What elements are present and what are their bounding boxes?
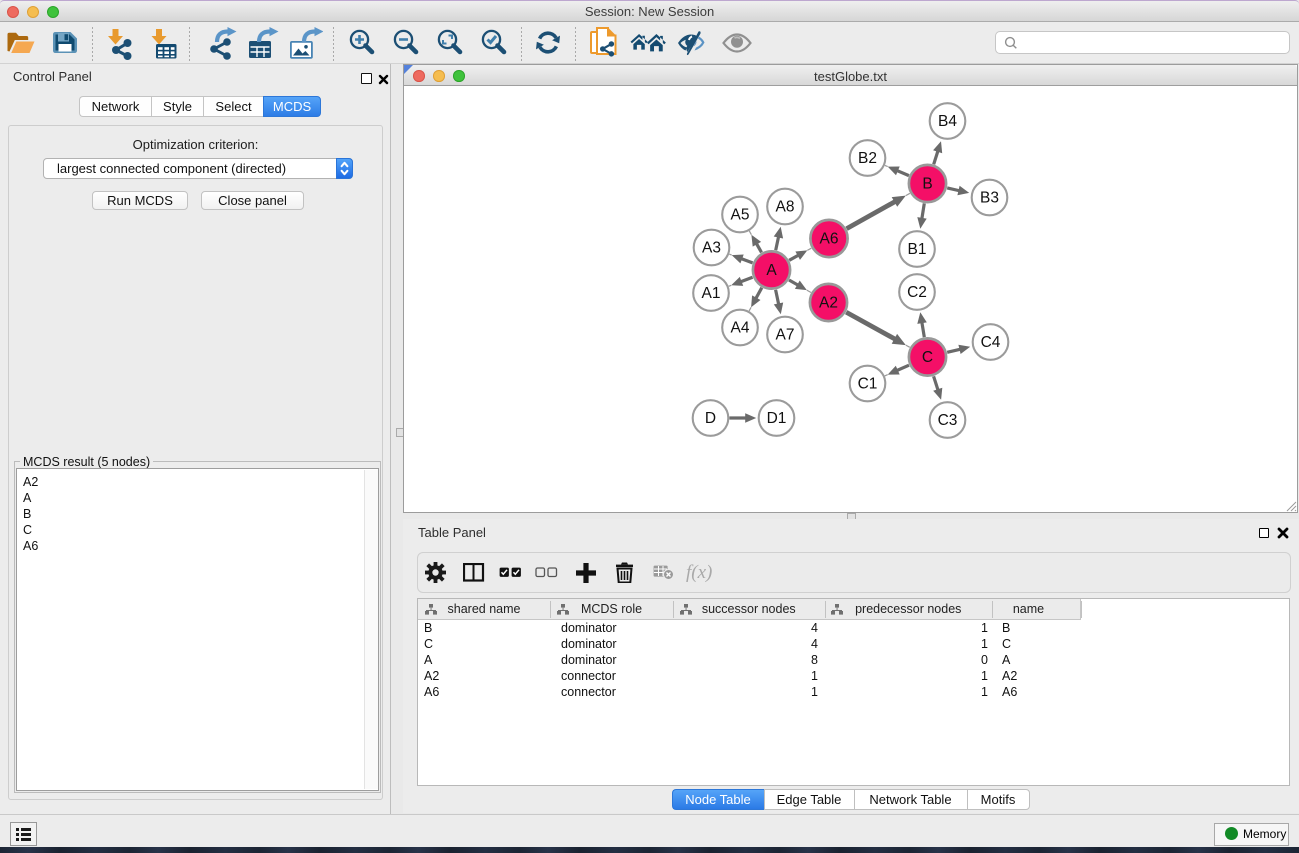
svg-text:A3: A3	[702, 240, 721, 257]
svg-text:D1: D1	[767, 410, 787, 427]
svg-text:B4: B4	[938, 113, 957, 130]
svg-text:A2: A2	[819, 295, 838, 312]
svg-text:A8: A8	[776, 199, 795, 216]
svg-text:D: D	[705, 410, 716, 427]
svg-text:A4: A4	[731, 320, 750, 337]
svg-text:B1: B1	[908, 241, 927, 258]
svg-text:B: B	[922, 176, 932, 193]
svg-text:A6: A6	[820, 231, 839, 248]
svg-text:C4: C4	[981, 334, 1001, 351]
svg-text:B3: B3	[980, 190, 999, 207]
svg-text:A: A	[766, 262, 777, 279]
svg-text:A1: A1	[702, 285, 721, 302]
svg-text:C2: C2	[907, 284, 927, 301]
svg-text:C1: C1	[858, 376, 878, 393]
svg-text:C: C	[922, 349, 933, 366]
svg-text:A5: A5	[731, 207, 750, 224]
svg-text:C3: C3	[938, 412, 958, 429]
svg-text:A7: A7	[776, 327, 795, 344]
svg-text:B2: B2	[858, 150, 877, 167]
